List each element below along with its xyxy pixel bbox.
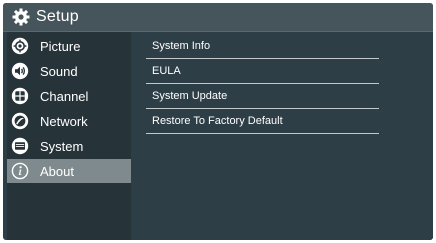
sidebar-item-channel[interactable]: Channel [7, 84, 131, 108]
page-title: Setup [36, 8, 79, 25]
channel-icon [11, 87, 29, 105]
menu-item-label: System Info [152, 39, 211, 52]
about-panel: System Info EULA System Update Restore T… [131, 32, 433, 240]
picture-icon [11, 37, 29, 55]
menu-item-eula[interactable]: EULA [146, 58, 379, 84]
gear-icon [12, 8, 30, 26]
speaker-icon [11, 62, 29, 80]
sidebar-item-network[interactable]: Network [7, 109, 131, 133]
sidebar-item-about[interactable]: About [7, 159, 131, 183]
sidebar-item-system[interactable]: System [7, 134, 131, 158]
sidebar-item-label: Network [40, 113, 88, 129]
menu-item-label: Restore To Factory Default [152, 114, 283, 127]
sidebar-item-picture[interactable]: Picture [7, 34, 131, 58]
sidebar-item-label: Sound [40, 63, 78, 79]
menu-item-restore-factory-default[interactable]: Restore To Factory Default [146, 108, 379, 134]
menu-item-label: System Update [152, 89, 228, 102]
title-bar: Setup [3, 3, 433, 32]
menu-item-system-update[interactable]: System Update [146, 83, 379, 109]
menu-item-system-info[interactable]: System Info [146, 33, 379, 59]
sidebar: Picture Sound Channel Network System Abo… [7, 32, 131, 240]
sidebar-item-label: System [40, 138, 84, 154]
sidebar-item-sound[interactable]: Sound [7, 59, 131, 83]
sidebar-item-label: Picture [40, 38, 81, 54]
system-icon [11, 137, 29, 155]
sidebar-item-label: Channel [40, 88, 89, 104]
tv-settings-screen: Setup Picture Sound Channel Network Syst… [3, 3, 433, 240]
sidebar-item-label: About [40, 163, 74, 179]
menu-item-label: EULA [152, 64, 181, 77]
network-icon [11, 112, 29, 130]
info-icon [11, 162, 29, 180]
